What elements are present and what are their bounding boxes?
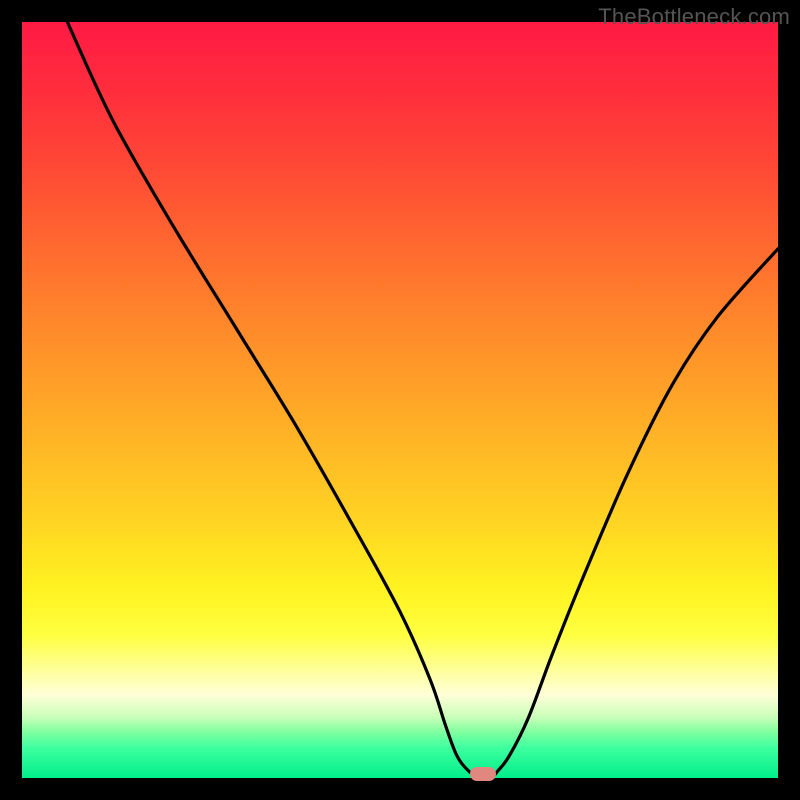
curve-path [67,22,778,779]
bottleneck-curve [22,22,778,778]
plot-area [22,22,778,778]
chart-frame: TheBottleneck.com [0,0,800,800]
optimal-marker [470,767,496,781]
